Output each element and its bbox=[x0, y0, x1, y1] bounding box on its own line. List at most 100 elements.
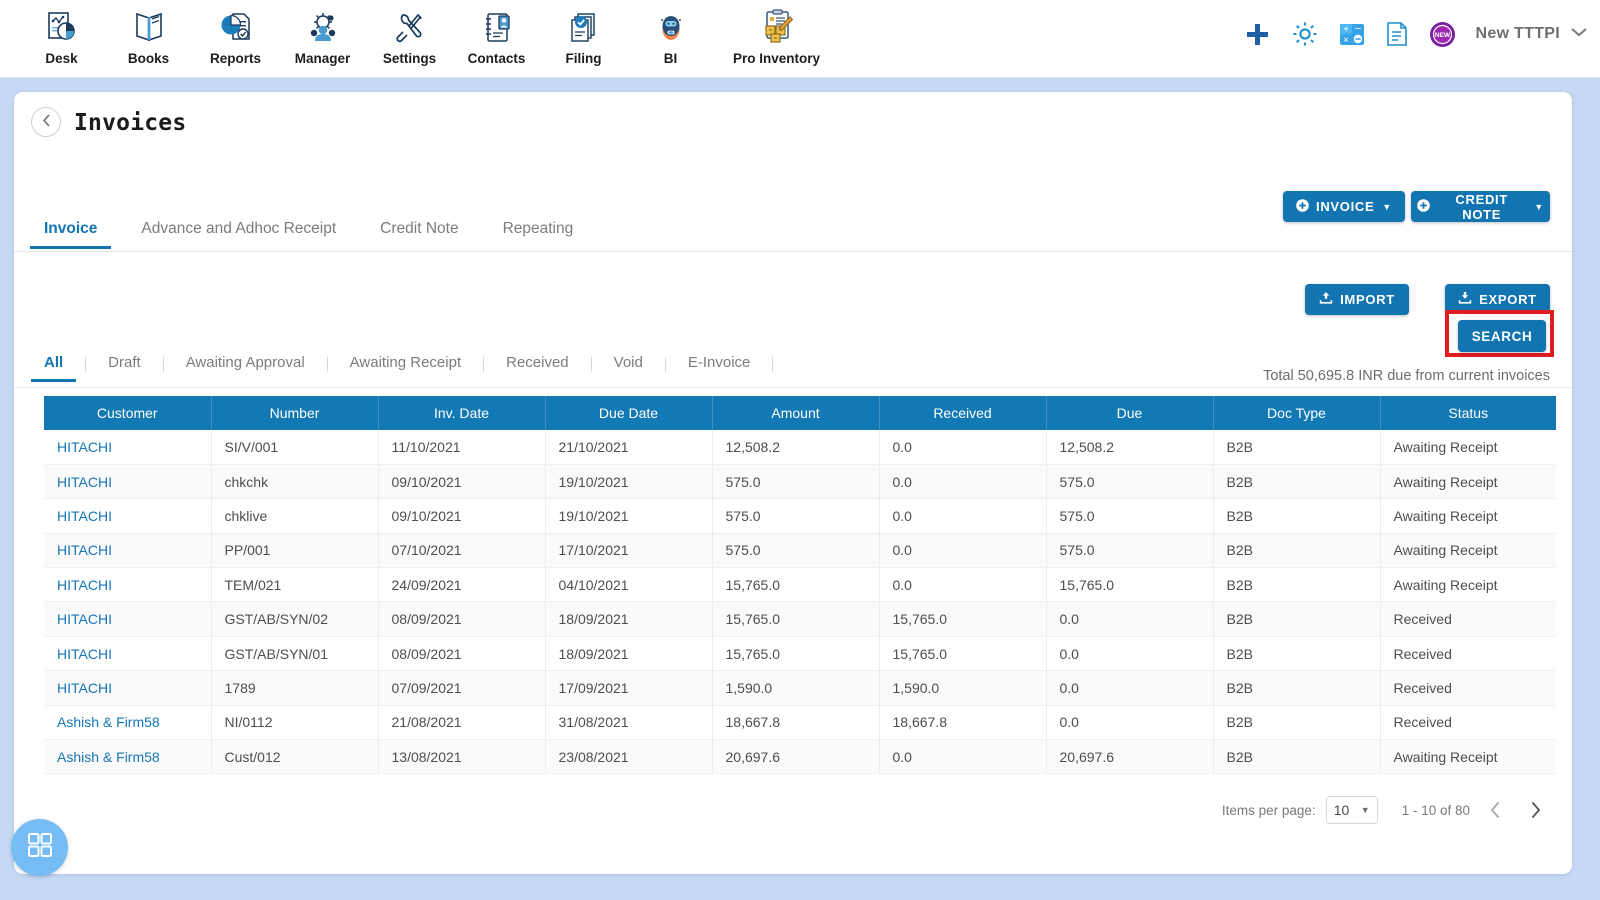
filter-tab-e-invoice[interactable]: E-Invoice bbox=[688, 354, 751, 382]
gear-icon[interactable] bbox=[1291, 20, 1319, 48]
col-status[interactable]: Status bbox=[1380, 396, 1556, 430]
import-button[interactable]: IMPORT bbox=[1305, 284, 1409, 315]
nav-item-manager[interactable]: Manager bbox=[279, 0, 366, 66]
cell-inv-date: 08/09/2021 bbox=[378, 601, 546, 637]
calculator-icon[interactable]: + − × bbox=[1339, 21, 1365, 47]
table-row[interactable]: HITACHI GST/AB/SYN/01 08/09/2021 18/09/2021… bbox=[44, 636, 1556, 672]
customer-link[interactable]: Ashish & Firm58 bbox=[57, 714, 160, 730]
col-amount[interactable]: Amount bbox=[712, 396, 880, 430]
table-row[interactable]: HITACHI chkchk 09/10/2021 19/10/2021 575.0 0.… bbox=[44, 464, 1556, 500]
circle-plus-icon bbox=[1417, 198, 1430, 215]
cell-received: 0.0 bbox=[879, 498, 1047, 534]
col-due[interactable]: Due bbox=[1046, 396, 1214, 430]
nav-label: Settings bbox=[382, 51, 437, 66]
customer-link[interactable]: HITACHI bbox=[57, 474, 112, 490]
filter-separator bbox=[326, 357, 328, 372]
tab-repeating[interactable]: Repeating bbox=[503, 220, 574, 249]
plus-icon[interactable] bbox=[1244, 21, 1271, 48]
cell-status: Received bbox=[1380, 705, 1556, 741]
cell-due: 12,508.2 bbox=[1046, 430, 1214, 465]
cell-customer[interactable]: HITACHI bbox=[44, 464, 212, 500]
customer-link[interactable]: HITACHI bbox=[57, 542, 112, 558]
filter-tab-awaiting-approval[interactable]: Awaiting Approval bbox=[186, 354, 305, 382]
cell-customer[interactable]: Ashish & Firm58 bbox=[44, 705, 212, 741]
cell-inv-date: 08/09/2021 bbox=[378, 636, 546, 672]
col-received[interactable]: Received bbox=[879, 396, 1047, 430]
nav-label: Manager bbox=[294, 51, 351, 66]
nav-item-books[interactable]: Books bbox=[105, 0, 192, 66]
cell-inv-date: 07/10/2021 bbox=[378, 533, 546, 569]
cell-amount: 1,590.0 bbox=[712, 670, 880, 706]
circle-plus-icon bbox=[1296, 198, 1309, 215]
nav-item-filing[interactable]: Filing bbox=[540, 0, 627, 66]
col-inv-date[interactable]: Inv. Date bbox=[378, 396, 546, 430]
table-row[interactable]: HITACHI PP/001 07/10/2021 17/10/2021 575.0 0.… bbox=[44, 533, 1556, 569]
items-per-page-value: 10 bbox=[1333, 802, 1350, 818]
filter-tab-received[interactable]: Received bbox=[506, 354, 569, 382]
cell-customer[interactable]: HITACHI bbox=[44, 567, 212, 603]
pagination-range: 1 - 10 of 80 bbox=[1401, 802, 1470, 818]
previous-page-button[interactable] bbox=[1480, 795, 1510, 825]
filter-tab-all[interactable]: All bbox=[30, 354, 77, 382]
items-per-page-select[interactable]: 10 ▼ bbox=[1325, 796, 1378, 824]
table-row[interactable]: HITACHI chklive 09/10/2021 19/10/2021 575.0 0… bbox=[44, 498, 1556, 534]
col-customer[interactable]: Customer bbox=[44, 396, 212, 430]
nav-item-desk[interactable]: Desk bbox=[18, 0, 105, 66]
nav-item-settings[interactable]: Settings bbox=[366, 0, 453, 66]
new-invoice-button[interactable]: INVOICE ▼ bbox=[1283, 191, 1405, 222]
customer-link[interactable]: HITACHI bbox=[57, 508, 112, 524]
filter-tab-awaiting-receipt[interactable]: Awaiting Receipt bbox=[350, 354, 461, 382]
cell-inv-date: 21/08/2021 bbox=[378, 705, 546, 741]
table-row[interactable]: HITACHI TEM/021 24/09/2021 04/10/2021 15,765… bbox=[44, 567, 1556, 603]
table-row[interactable]: Ashish & Firm58 Cust/012 13/08/2021 23/08/2… bbox=[44, 739, 1556, 775]
new-credit-note-button[interactable]: CREDIT NOTE ▼ bbox=[1411, 191, 1550, 222]
cell-customer[interactable]: Ashish & Firm58 bbox=[44, 739, 212, 775]
search-button[interactable]: SEARCH bbox=[1458, 320, 1546, 352]
filter-tab-void[interactable]: Void bbox=[614, 354, 643, 382]
cell-due: 0.0 bbox=[1046, 636, 1214, 672]
col-doc-type[interactable]: Doc Type bbox=[1213, 396, 1381, 430]
cell-doc-type: B2B bbox=[1213, 636, 1381, 672]
tab-credit-note[interactable]: Credit Note bbox=[380, 220, 458, 249]
table-row[interactable]: HITACHI 1789 07/09/2021 17/09/2021 1,590.0 1,… bbox=[44, 670, 1556, 706]
cell-amount: 18,667.8 bbox=[712, 705, 880, 741]
filter-label: All bbox=[44, 354, 64, 371]
cell-due: 15,765.0 bbox=[1046, 567, 1214, 603]
customer-link[interactable]: HITACHI bbox=[57, 680, 112, 696]
back-button[interactable] bbox=[31, 107, 61, 137]
new-badge-icon[interactable]: NEW bbox=[1429, 21, 1456, 48]
table-row[interactable]: HITACHI GST/AB/SYN/02 08/09/2021 18/09/2021… bbox=[44, 601, 1556, 637]
chevron-down-icon: ▼ bbox=[1382, 201, 1392, 212]
customer-link[interactable]: Ashish & Firm58 bbox=[57, 749, 160, 765]
col-due-date[interactable]: Due Date bbox=[545, 396, 713, 430]
cell-customer[interactable]: HITACHI bbox=[44, 670, 212, 706]
table-row[interactable]: Ashish & Firm58 NI/0112 21/08/2021 31/08/20… bbox=[44, 705, 1556, 741]
organization-switcher[interactable]: New TTTPI bbox=[1476, 25, 1588, 43]
nav-item-contacts[interactable]: Contacts bbox=[453, 0, 540, 66]
cell-customer[interactable]: HITACHI bbox=[44, 601, 212, 637]
nav-item-reports[interactable]: Reports bbox=[192, 0, 279, 66]
nav-item-bi[interactable]: BI bbox=[627, 0, 714, 66]
customer-link[interactable]: HITACHI bbox=[57, 611, 112, 627]
next-page-button[interactable] bbox=[1520, 795, 1550, 825]
col-number[interactable]: Number bbox=[211, 396, 379, 430]
cell-customer[interactable]: HITACHI bbox=[44, 498, 212, 534]
customer-link[interactable]: HITACHI bbox=[57, 646, 112, 662]
notes-icon[interactable] bbox=[1385, 21, 1409, 47]
cell-customer[interactable]: HITACHI bbox=[44, 636, 212, 672]
cell-status: Awaiting Receipt bbox=[1380, 567, 1556, 603]
cell-customer[interactable]: HITACHI bbox=[44, 430, 212, 465]
tab-advance-and-adhoc-receipt[interactable]: Advance and Adhoc Receipt bbox=[141, 220, 336, 249]
nav-item-pro-inventory[interactable]: Pro Inventory bbox=[714, 0, 839, 66]
cell-due-date: 19/10/2021 bbox=[545, 498, 713, 534]
apps-launcher-button[interactable] bbox=[11, 819, 68, 876]
filter-tab-draft[interactable]: Draft bbox=[108, 354, 141, 382]
cell-status: Received bbox=[1380, 636, 1556, 672]
tab-invoice[interactable]: Invoice bbox=[29, 220, 112, 249]
table-row[interactable]: HITACHI SI/V/001 11/10/2021 21/10/2021 12,50… bbox=[44, 430, 1556, 465]
customer-link[interactable]: HITACHI bbox=[57, 439, 112, 455]
cell-customer[interactable]: HITACHI bbox=[44, 533, 212, 569]
cell-due: 575.0 bbox=[1046, 498, 1214, 534]
cell-due-date: 23/08/2021 bbox=[545, 739, 713, 775]
customer-link[interactable]: HITACHI bbox=[57, 577, 112, 593]
